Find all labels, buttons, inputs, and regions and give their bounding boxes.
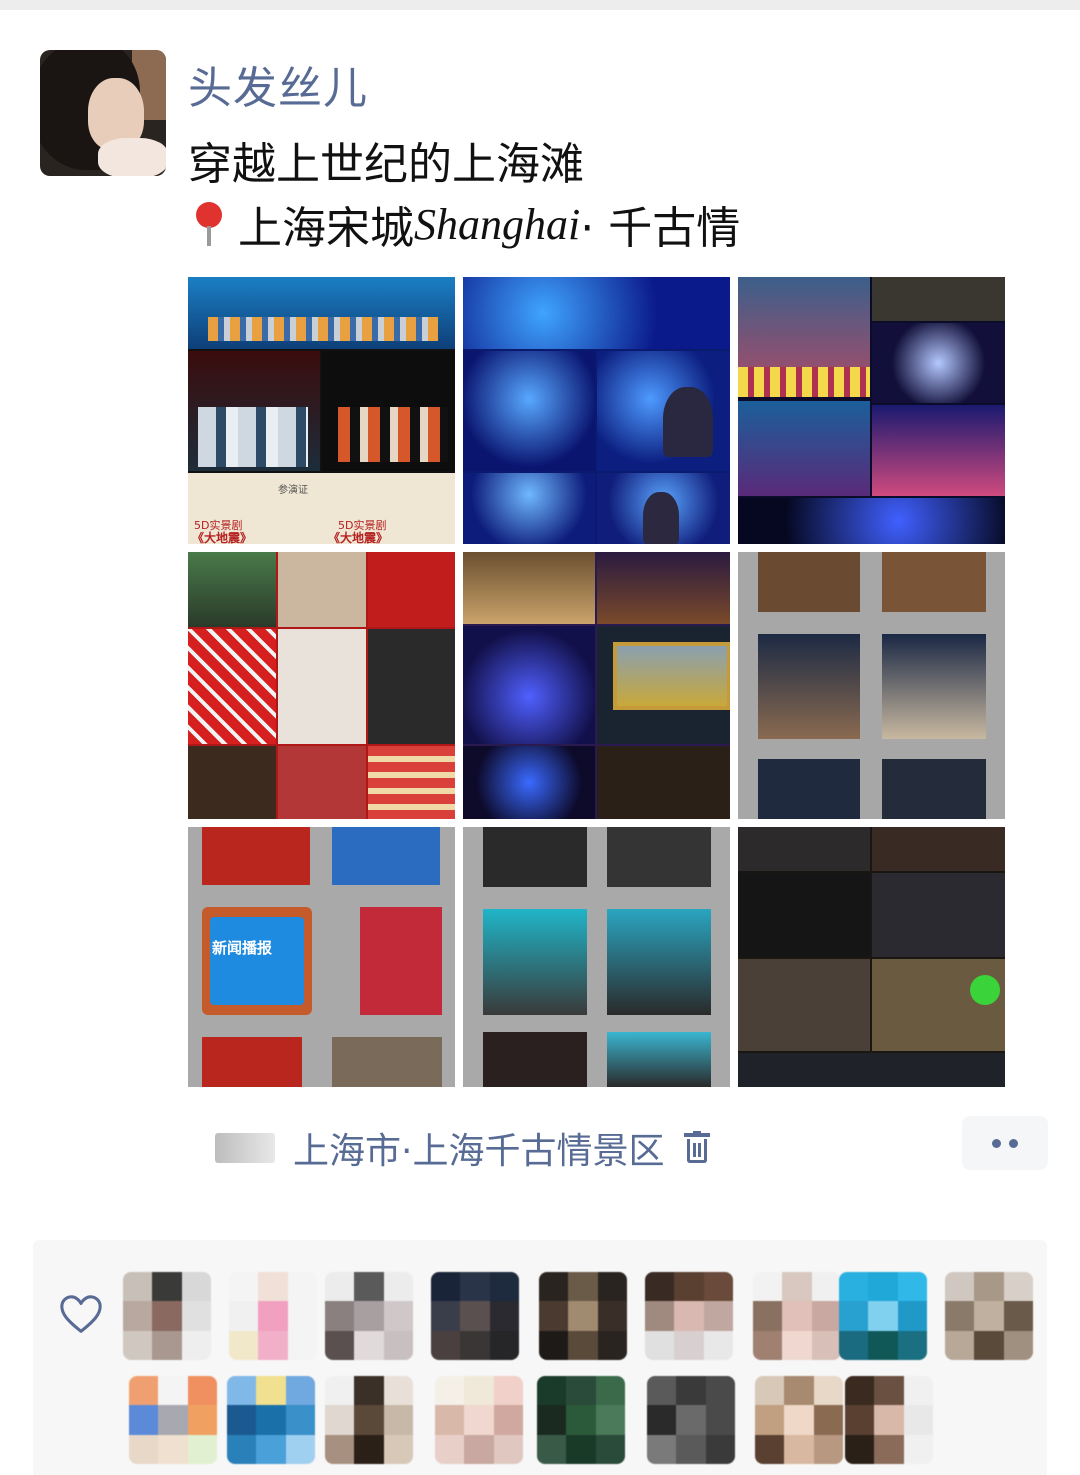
photo-grid: 5D实景剧 《大地震》 5D实景剧 《大地震》 参演证 新闻播报 (188, 277, 1005, 1087)
liker-avatar[interactable] (129, 1376, 217, 1464)
liker-avatar[interactable] (227, 1376, 315, 1464)
liker-avatar[interactable] (537, 1376, 625, 1464)
photo-caption: 参演证 (278, 485, 308, 496)
photo-1[interactable]: 5D实景剧 《大地震》 5D实景剧 《大地震》 参演证 (188, 277, 455, 544)
photo-8[interactable] (463, 827, 730, 1087)
username[interactable]: 头发丝儿 (188, 52, 368, 116)
photo-9[interactable] (738, 827, 1005, 1087)
liker-avatar[interactable] (645, 1272, 733, 1360)
location-tag[interactable]: 上海宋城 Shanghai · 千古情 (188, 192, 740, 256)
location-suffix: · 千古情 (580, 203, 741, 254)
photo-caption: 《大地震》 (328, 531, 389, 544)
likes-panel (33, 1240, 1047, 1475)
photo-caption: 新闻播报 (212, 939, 273, 957)
photo-2[interactable] (463, 277, 730, 544)
liker-avatar[interactable] (229, 1272, 317, 1360)
location-footer-text: 上海市·上海千古情景区 (293, 1131, 665, 1172)
trash-icon[interactable] (684, 1131, 711, 1165)
photo-3[interactable] (738, 277, 1005, 544)
liker-avatar[interactable] (945, 1272, 1033, 1360)
avatar[interactable] (40, 50, 166, 176)
liker-avatar[interactable] (435, 1376, 523, 1464)
liker-avatar[interactable] (431, 1272, 519, 1360)
more-button[interactable] (962, 1116, 1048, 1170)
photo-4[interactable] (188, 552, 455, 819)
post-caption: 穿越上世纪的上海滩 (188, 139, 584, 190)
location-latin: Shanghai (414, 199, 581, 249)
liker-avatar[interactable] (647, 1376, 735, 1464)
heart-outline-icon (60, 1295, 102, 1333)
more-dots-icon (992, 1138, 1001, 1148)
blurred-label (215, 1133, 275, 1163)
liker-avatar[interactable] (845, 1376, 933, 1464)
location-footer[interactable]: 上海市·上海千古情景区 (215, 1120, 711, 1176)
photo-caption: 《大地震》 (192, 531, 253, 544)
location-pin-icon (188, 200, 230, 248)
liker-avatar[interactable] (539, 1272, 627, 1360)
location-prefix: 上海宋城 (238, 203, 414, 254)
photo-5[interactable] (463, 552, 730, 819)
liker-avatar[interactable] (839, 1272, 927, 1360)
photo-7[interactable]: 新闻播报 (188, 827, 455, 1087)
liker-avatar[interactable] (325, 1376, 413, 1464)
liker-avatar[interactable] (753, 1272, 841, 1360)
liker-avatar[interactable] (123, 1272, 211, 1360)
photo-6[interactable] (738, 552, 1005, 819)
top-divider (0, 0, 1080, 10)
liker-avatar[interactable] (755, 1376, 843, 1464)
liker-avatar[interactable] (325, 1272, 413, 1360)
